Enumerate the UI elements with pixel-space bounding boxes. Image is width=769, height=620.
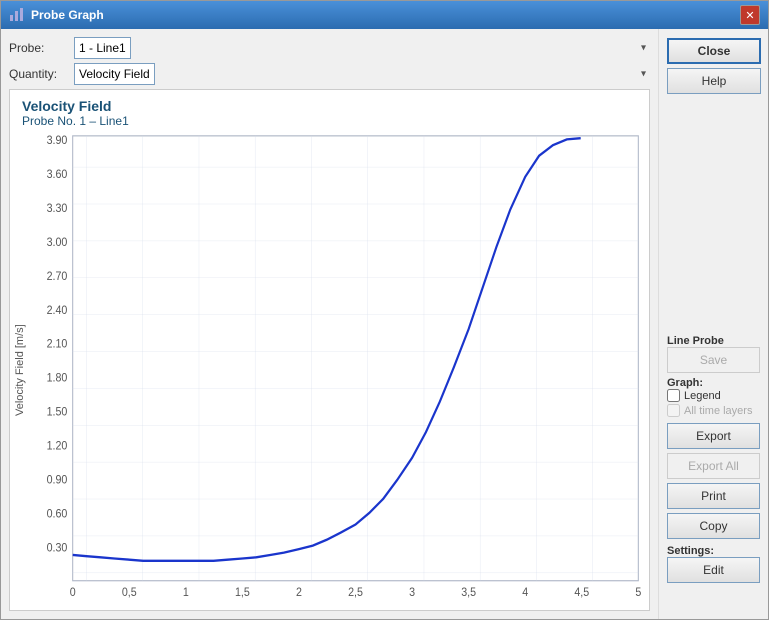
svg-text:2.70: 2.70 <box>47 270 68 283</box>
legend-checkbox[interactable] <box>667 389 680 402</box>
svg-text:1,5: 1,5 <box>235 587 250 600</box>
svg-text:4,5: 4,5 <box>574 587 589 600</box>
settings-section-label: Settings: <box>667 545 760 557</box>
edit-button[interactable]: Edit <box>667 557 760 583</box>
window-close-button[interactable]: ✕ <box>740 5 760 25</box>
quantity-select-wrapper: Velocity Field <box>74 63 650 85</box>
print-button[interactable]: Print <box>667 483 760 509</box>
svg-text:0.30: 0.30 <box>47 542 68 555</box>
svg-text:0: 0 <box>70 587 76 600</box>
all-time-layers-checkbox <box>667 404 680 417</box>
svg-text:4: 4 <box>522 587 528 600</box>
window-title: Probe Graph <box>31 8 104 22</box>
legend-row: Legend <box>667 389 760 402</box>
probe-select-wrapper: 1 - Line1 <box>74 37 650 59</box>
export-button[interactable]: Export <box>667 423 760 449</box>
svg-text:2,5: 2,5 <box>348 587 363 600</box>
svg-text:2.40: 2.40 <box>47 304 68 317</box>
copy-button[interactable]: Copy <box>667 513 760 539</box>
svg-text:0,5: 0,5 <box>122 587 137 600</box>
svg-text:1: 1 <box>183 587 189 600</box>
probe-select[interactable]: 1 - Line1 <box>74 37 131 59</box>
svg-text:3.30: 3.30 <box>47 203 68 216</box>
export-all-button: Export All <box>667 453 760 479</box>
legend-label: Legend <box>684 390 721 402</box>
svg-text:2: 2 <box>296 587 302 600</box>
quantity-row: Quantity: Velocity Field <box>9 63 650 85</box>
main-area: Probe: 1 - Line1 Quantity: Velocity Fiel… <box>1 29 658 619</box>
svg-text:3,5: 3,5 <box>461 587 476 600</box>
graph-section-label: Graph: <box>667 377 760 389</box>
chart-title-main: Velocity Field <box>22 98 637 114</box>
all-time-layers-label: All time layers <box>684 405 752 417</box>
probe-row: Probe: 1 - Line1 <box>9 37 650 59</box>
line-probe-section-label: Line Probe <box>667 335 760 347</box>
svg-text:1.80: 1.80 <box>47 372 68 385</box>
svg-text:1.50: 1.50 <box>47 406 68 419</box>
svg-text:2.10: 2.10 <box>47 338 68 351</box>
sidebar-lower: Line Probe Save Graph: Legend All time l… <box>667 329 760 583</box>
quantity-label: Quantity: <box>9 67 74 81</box>
svg-text:0.90: 0.90 <box>47 474 68 487</box>
title-bar: Probe Graph ✕ <box>1 1 768 29</box>
svg-text:3: 3 <box>409 587 415 600</box>
chart-svg: 3.90 3.60 3.30 3.00 2.70 2.40 2.10 1.80 … <box>30 130 649 610</box>
chart-body: Velocity Field [m/s] <box>10 130 649 610</box>
chart-container: Velocity Field Probe No. 1 – Line1 Veloc… <box>9 89 650 611</box>
svg-text:5: 5 <box>635 587 641 600</box>
content-area: Probe: 1 - Line1 Quantity: Velocity Fiel… <box>1 29 768 619</box>
help-button[interactable]: Help <box>667 68 761 94</box>
chart-title-block: Velocity Field Probe No. 1 – Line1 <box>10 90 649 130</box>
svg-text:3.60: 3.60 <box>47 169 68 182</box>
title-bar-left: Probe Graph <box>9 7 104 23</box>
sidebar: Close Help Line Probe Save Graph: Legend… <box>658 29 768 619</box>
probe-label: Probe: <box>9 41 74 55</box>
quantity-select[interactable]: Velocity Field <box>74 63 155 85</box>
chart-inner: 3.90 3.60 3.30 3.00 2.70 2.40 2.10 1.80 … <box>30 130 649 610</box>
all-time-layers-row: All time layers <box>667 404 760 417</box>
save-button: Save <box>667 347 760 373</box>
y-axis-label: Velocity Field [m/s] <box>10 130 30 610</box>
svg-text:3.00: 3.00 <box>47 236 68 249</box>
svg-text:1.20: 1.20 <box>47 440 68 453</box>
close-button[interactable]: Close <box>667 38 761 64</box>
chart-title-sub: Probe No. 1 – Line1 <box>22 114 637 128</box>
action-buttons: Export Export All Print Copy <box>667 423 760 539</box>
svg-text:3.90: 3.90 <box>47 135 68 148</box>
svg-text:0.60: 0.60 <box>47 508 68 521</box>
main-window: Probe Graph ✕ Probe: 1 - Line1 Quantity: <box>0 0 769 620</box>
chart-icon <box>9 7 25 23</box>
